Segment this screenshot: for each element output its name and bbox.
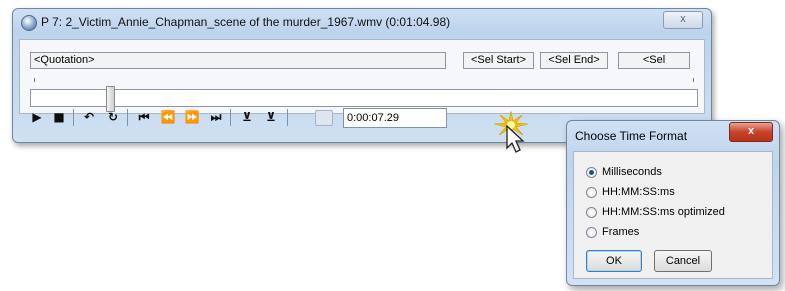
dialog-title: Choose Time Format <box>575 129 688 143</box>
set-start-icon[interactable]: ⊻ <box>237 107 257 127</box>
choose-time-format-dialog: Choose Time Format x Milliseconds HH:MM:… <box>566 120 780 286</box>
skip-forward-icon[interactable]: ⏭ <box>206 107 226 127</box>
ok-button[interactable]: OK <box>586 250 642 272</box>
radio-frames[interactable]: Frames <box>586 224 639 240</box>
quotation-field[interactable]: <Quotation> <box>30 52 446 69</box>
dialog-close-button[interactable]: x <box>729 122 773 142</box>
player-titlebar[interactable]: P 7: 2_Victim_Annie_Chapman_scene of the… <box>13 9 711 37</box>
toolbar-separator <box>287 109 288 126</box>
radio-hhmmssms[interactable]: HH:MM:SS:ms <box>586 184 675 200</box>
sel-length-field[interactable]: <Sel <box>618 52 690 69</box>
screenshot-icon <box>315 110 333 126</box>
radio-hhmmssms-optimized[interactable]: HH:MM:SS:ms optimized <box>586 204 725 220</box>
radio-label: Frames <box>602 226 640 238</box>
toolbar-separator <box>73 109 74 126</box>
reload-icon[interactable]: ↻ <box>103 107 123 127</box>
stop-icon[interactable]: ■ <box>49 107 69 127</box>
player-close-button[interactable]: x <box>663 11 703 29</box>
timeline-played-region <box>31 90 110 106</box>
radio-button-checked-icon[interactable] <box>586 166 597 178</box>
toolbar-separator <box>230 109 231 126</box>
cancel-button[interactable]: Cancel <box>654 250 712 272</box>
globe-icon <box>21 15 37 31</box>
rewind-icon[interactable]: ⏪ <box>158 107 178 127</box>
player-title: P 7: 2_Victim_Annie_Chapman_scene of the… <box>41 15 451 29</box>
skip-back-icon[interactable]: ⏮ <box>134 107 154 127</box>
set-end-icon[interactable]: ⊻ <box>261 107 281 127</box>
time-display-field[interactable]: 0:00:07.29 <box>343 108 447 128</box>
radio-milliseconds[interactable]: Milliseconds <box>586 164 662 180</box>
mouse-pointer-icon <box>506 124 525 153</box>
radio-label: HH:MM:SS:ms <box>602 186 675 198</box>
fast-forward-icon[interactable]: ⏩ <box>182 107 202 127</box>
play-icon[interactable]: ▶ <box>27 107 47 127</box>
radio-label: Milliseconds <box>602 166 662 178</box>
radio-button-icon[interactable] <box>586 186 597 198</box>
timeline-tick-end <box>693 78 694 82</box>
sel-start-field[interactable]: <Sel Start> <box>463 52 534 69</box>
loop-icon[interactable]: ↶ <box>79 107 99 127</box>
radio-label: HH:MM:SS:ms optimized <box>602 206 725 218</box>
player-client-area: <Quotation> <Sel Start> <Sel End> <Sel <box>19 39 705 114</box>
radio-button-icon[interactable] <box>586 226 597 238</box>
sel-end-field[interactable]: <Sel End> <box>540 52 608 69</box>
toolbar-separator <box>127 109 128 126</box>
timeline-tick-start <box>34 78 35 82</box>
dialog-body: Milliseconds HH:MM:SS:ms HH:MM:SS:ms opt… <box>573 151 773 279</box>
radio-button-icon[interactable] <box>586 206 597 218</box>
